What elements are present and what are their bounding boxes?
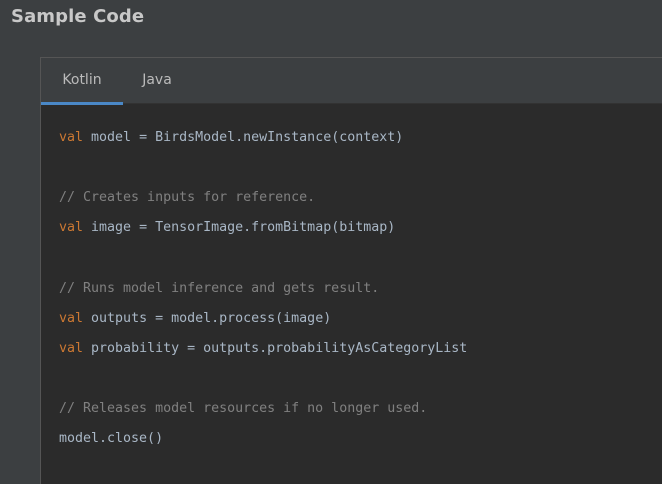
code-comment-line: // Releases model resources if no longer… <box>59 399 427 419</box>
code-line: model.close() <box>59 429 163 449</box>
code-comment: // Runs model inference and gets result. <box>59 281 380 296</box>
language-tab-bar: Kotlin Java <box>41 58 662 105</box>
code-text: model = BirdsModel.newInstance(context) <box>83 130 404 145</box>
tab-java[interactable]: Java <box>129 58 185 104</box>
code-line: val image = TensorImage.fromBitmap(bitma… <box>59 218 395 238</box>
tab-kotlin-label: Kotlin <box>62 72 102 88</box>
tab-kotlin[interactable]: Kotlin <box>41 58 123 105</box>
code-line: val model = BirdsModel.newInstance(conte… <box>59 128 403 148</box>
selected-tab-indicator <box>41 102 123 105</box>
code-keyword: val <box>59 130 84 145</box>
code-keyword: val <box>59 341 84 356</box>
code-comment: // Releases model resources if no longer… <box>59 401 428 416</box>
sample-code-page: Sample Code Kotlin Java val model = Bird… <box>0 0 662 484</box>
code-line: val probability = outputs.probabilityAsC… <box>59 339 467 359</box>
code-block: val model = BirdsModel.newInstance(conte… <box>59 126 467 446</box>
code-text: probability = outputs.probabilityAsCateg… <box>83 341 468 356</box>
code-panel: Kotlin Java val model = BirdsModel.newIn… <box>40 57 662 484</box>
code-text: image = TensorImage.fromBitmap(bitmap) <box>83 220 396 235</box>
section-title: Sample Code <box>11 6 145 27</box>
code-text: outputs = model.process(image) <box>83 311 332 326</box>
code-comment-line: // Runs model inference and gets result. <box>59 279 379 299</box>
code-text: model.close() <box>59 431 164 446</box>
code-comment: // Creates inputs for reference. <box>59 190 316 205</box>
code-keyword: val <box>59 220 84 235</box>
tab-java-label: Java <box>142 72 172 88</box>
code-line: val outputs = model.process(image) <box>59 309 331 329</box>
code-keyword: val <box>59 311 84 326</box>
code-comment-line: // Creates inputs for reference. <box>59 188 315 208</box>
